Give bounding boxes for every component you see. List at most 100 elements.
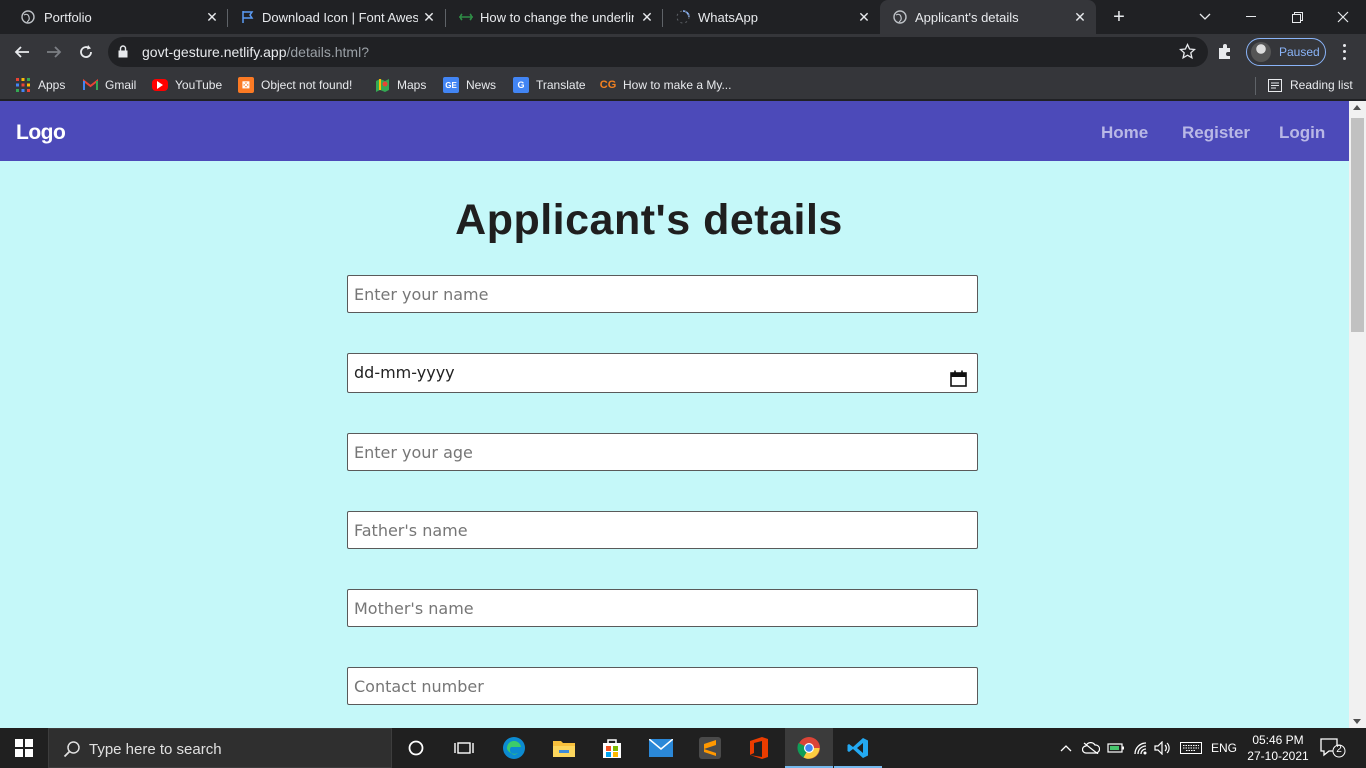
language-indicator[interactable]: ENG [1208, 728, 1240, 768]
page-scrollbar[interactable] [1349, 101, 1366, 728]
clock-time: 05:46 PM [1252, 733, 1304, 747]
url-text: govt-gesture.netlify.app/details.html? [142, 44, 369, 60]
tab-title: How to change the underline [480, 10, 634, 25]
profile-paused-button[interactable]: Paused [1246, 38, 1326, 66]
scrollbar-thumb[interactable] [1351, 118, 1364, 332]
tab-font-awesome[interactable]: Download Icon | Font Awesome ✕ [228, 0, 446, 34]
chrome-icon[interactable] [785, 728, 833, 768]
close-icon[interactable]: ✕ [639, 9, 655, 25]
volume-icon[interactable] [1152, 728, 1174, 768]
father-name-input[interactable] [347, 511, 978, 549]
battery-charging-icon[interactable] [1105, 728, 1127, 768]
windows-start-button[interactable] [0, 728, 48, 768]
calendar-icon[interactable] [950, 364, 967, 400]
close-icon[interactable]: ✕ [204, 9, 220, 25]
tab-search-button[interactable] [1182, 0, 1228, 34]
restore-button[interactable] [1274, 0, 1320, 34]
new-tab-button[interactable]: + [1108, 7, 1130, 29]
close-icon[interactable]: ✕ [421, 9, 437, 25]
bookmark-translate[interactable]: G Translate [513, 76, 586, 94]
avatar [1251, 42, 1271, 62]
forward-button[interactable] [42, 40, 66, 64]
taskbar-search-box[interactable]: Type here to search [48, 728, 392, 768]
codegrepper-icon: CG [599, 79, 617, 91]
bookmark-how-to-make[interactable]: CG How to make a My... [599, 76, 732, 94]
keyboard-icon[interactable] [1178, 728, 1204, 768]
name-input[interactable] [347, 275, 978, 313]
tab-portfolio[interactable]: Portfolio ✕ [8, 0, 226, 34]
tab-whatsapp[interactable]: WhatsApp ✕ [663, 0, 879, 34]
tab-underline[interactable]: How to change the underline ✕ [446, 0, 662, 34]
gmail-icon [82, 77, 98, 93]
system-clock[interactable]: 05:46 PM 27-10-2021 [1240, 732, 1316, 764]
windows-taskbar: Type here to search ENG 05:46 PM 27-10-2… [0, 728, 1366, 768]
globe-icon [892, 9, 908, 25]
loading-spinner-icon [675, 9, 691, 25]
bookmark-apps[interactable]: Apps [15, 76, 65, 94]
bookmark-label: How to make a My... [623, 78, 732, 92]
show-hidden-icons-chevron-icon[interactable] [1056, 728, 1076, 768]
reading-list-icon [1267, 77, 1283, 93]
dob-date-input[interactable]: dd-mm-yyyy [347, 353, 978, 393]
globe-icon [20, 9, 36, 25]
wifi-icon[interactable] [1130, 728, 1152, 768]
xampp-icon: ⊠ [238, 77, 254, 93]
mail-icon[interactable] [637, 728, 685, 768]
tab-applicants-details[interactable]: Applicant's details ✕ [880, 0, 1096, 34]
clock-date: 27-10-2021 [1247, 749, 1309, 763]
geeks-icon [458, 9, 474, 25]
address-bar[interactable]: govt-gesture.netlify.app/details.html? [108, 37, 1208, 67]
scroll-down-arrow-icon[interactable] [1353, 719, 1361, 724]
bookmarks-separator [1255, 77, 1256, 95]
news-icon: GE [443, 77, 459, 93]
url-path: /details.html? [286, 44, 369, 60]
close-icon[interactable]: ✕ [1072, 9, 1088, 25]
bookmark-news[interactable]: GE News [443, 76, 496, 94]
file-explorer-icon[interactable] [540, 728, 588, 768]
task-view-icon[interactable] [440, 728, 488, 768]
reading-list-button[interactable]: Reading list [1267, 76, 1353, 94]
tab-title: WhatsApp [698, 10, 758, 25]
age-input[interactable] [347, 433, 978, 471]
mother-name-input[interactable] [347, 589, 978, 627]
bookmark-label: Translate [536, 78, 586, 92]
bookmark-label: Gmail [105, 78, 137, 92]
close-window-button[interactable] [1320, 0, 1366, 34]
bookmark-object-not-found[interactable]: ⊠ Object not found! [238, 76, 352, 94]
nav-home-link[interactable]: Home [1101, 123, 1148, 143]
profile-status: Paused [1279, 45, 1320, 59]
office-icon[interactable] [735, 728, 783, 768]
page-viewport: Logo Home Register Login Applicant's det… [0, 101, 1349, 728]
sublime-text-icon[interactable] [686, 728, 734, 768]
bookmark-youtube[interactable]: YouTube [152, 76, 222, 94]
back-button[interactable] [10, 40, 34, 64]
close-icon[interactable]: ✕ [856, 9, 872, 25]
bookmark-star-icon[interactable] [1178, 42, 1197, 65]
site-logo[interactable]: Logo [16, 121, 66, 145]
microsoft-store-icon[interactable] [588, 728, 636, 768]
translate-icon: G [513, 77, 529, 93]
notification-count: 2 [1336, 744, 1342, 755]
cortana-icon[interactable] [392, 728, 440, 768]
more-menu-icon[interactable] [1336, 42, 1352, 62]
page-title: Applicant's details [455, 196, 843, 244]
contact-number-input[interactable] [347, 667, 978, 705]
reload-button[interactable] [74, 40, 98, 64]
tab-strip: Portfolio ✕ Download Icon | Font Awesome… [0, 0, 1366, 34]
bookmark-label: Maps [397, 78, 427, 92]
cloud-offline-icon[interactable] [1080, 728, 1102, 768]
bookmark-gmail[interactable]: Gmail [82, 76, 136, 94]
nav-register-link[interactable]: Register [1182, 123, 1250, 143]
vscode-icon[interactable] [834, 728, 882, 768]
edge-icon[interactable] [490, 728, 538, 768]
minimize-button[interactable] [1228, 0, 1274, 34]
tab-title: Portfolio [44, 10, 92, 25]
search-icon [63, 740, 81, 763]
url-host: govt-gesture.netlify.app [142, 44, 287, 60]
scroll-up-arrow-icon[interactable] [1353, 105, 1361, 110]
nav-login-link[interactable]: Login [1279, 123, 1325, 143]
notification-center-icon[interactable]: 2 [1320, 738, 1346, 763]
bookmark-maps[interactable]: Maps [374, 76, 426, 94]
extensions-puzzle-icon[interactable] [1216, 43, 1234, 66]
tab-title: Applicant's details [915, 10, 1019, 25]
